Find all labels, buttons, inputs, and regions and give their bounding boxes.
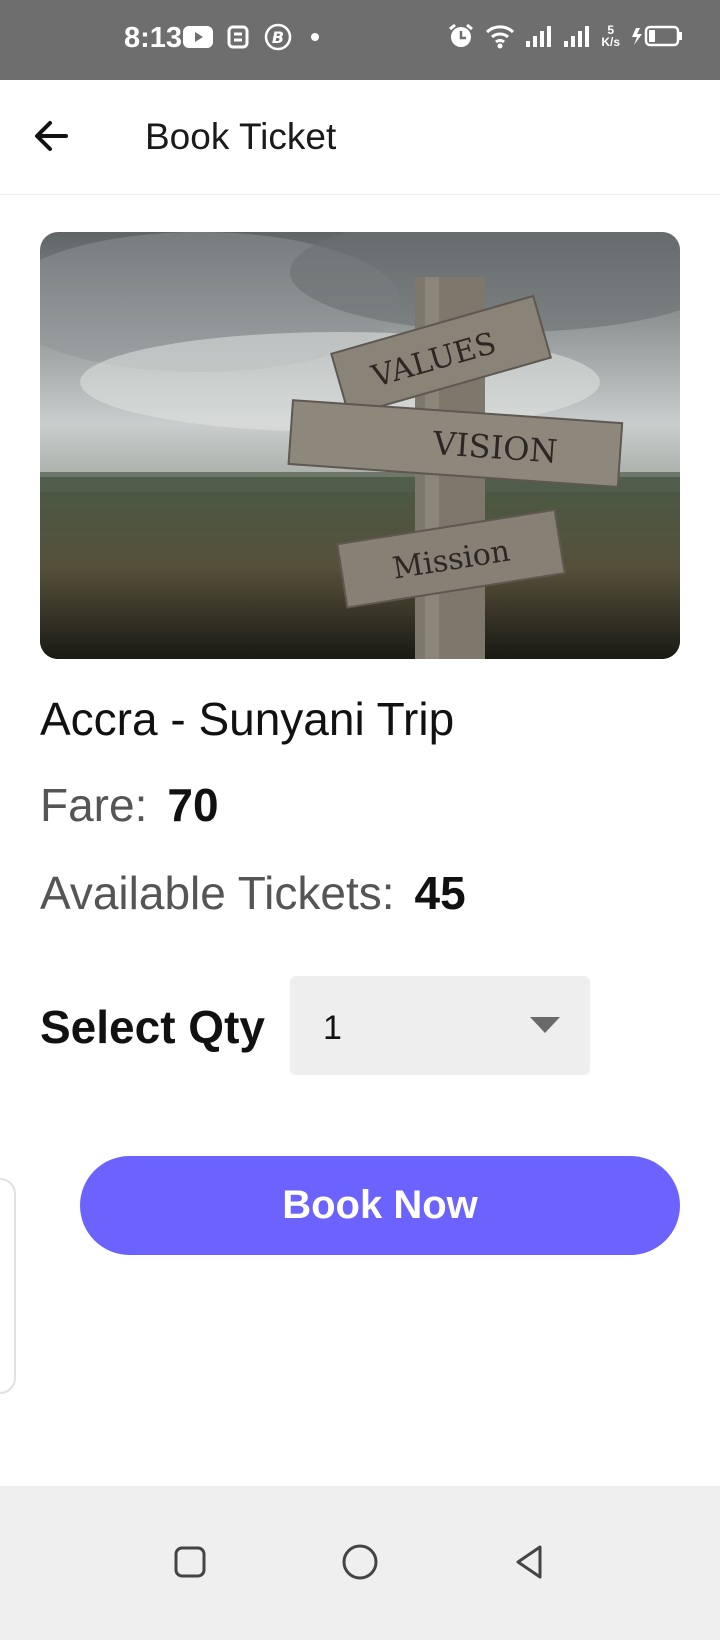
back-button[interactable] [26, 110, 78, 162]
app-icon [227, 25, 249, 49]
side-drawer-handle[interactable] [0, 1178, 16, 1394]
caret-down-icon [530, 1017, 560, 1033]
available-tickets-row: Available Tickets: 45 [40, 866, 466, 920]
fare-label: Fare: [40, 779, 148, 831]
triangle-back-icon[interactable] [508, 1540, 552, 1584]
square-icon[interactable] [168, 1540, 212, 1584]
app-bar: Book Ticket [0, 80, 720, 195]
book-now-button[interactable]: Book Now [80, 1156, 680, 1255]
svg-text:B: B [272, 28, 284, 47]
alarm-icon [449, 23, 474, 47]
youtube-icon [183, 26, 213, 48]
signal-icon [526, 26, 552, 47]
available-tickets-value: 45 [414, 867, 466, 919]
page-title: Book Ticket [145, 116, 337, 157]
system-nav-bar [0, 1486, 720, 1640]
dot-icon [311, 33, 319, 41]
fare-value: 70 [167, 779, 219, 831]
trip-name: Accra - Sunyani Trip [40, 693, 455, 745]
signal-icon [564, 26, 590, 47]
available-tickets-label: Available Tickets: [40, 867, 395, 919]
battery-charging-icon [632, 25, 682, 47]
circle-icon[interactable] [338, 1540, 382, 1584]
quantity-selected-value: 1 [323, 1009, 342, 1047]
fare-row: Fare: 70 [40, 778, 219, 832]
status-bar: 8:13 B 5 K/s [0, 0, 720, 80]
trip-image: VALUES VISION Mission [40, 232, 680, 659]
net-speed: 5 K/s [601, 23, 620, 49]
bitcoin-icon: B [264, 23, 292, 51]
status-time: 8:13 [124, 22, 183, 54]
quantity-dropdown[interactable]: 1 [290, 976, 590, 1075]
wifi-icon [486, 25, 515, 49]
select-qty-label: Select Qty [40, 1001, 265, 1053]
arrow-left-icon [35, 121, 68, 151]
